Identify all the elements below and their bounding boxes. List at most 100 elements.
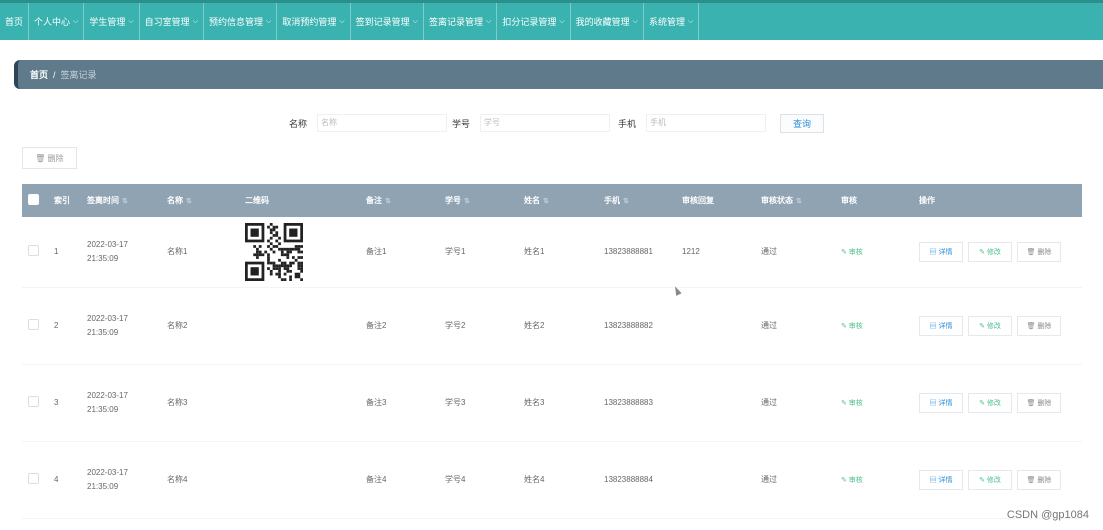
cell-note: 备注1	[366, 247, 387, 257]
sort-icon[interactable]: ⇅	[385, 198, 391, 205]
nav-item-4[interactable]: 预约信息管理 ⌵	[204, 3, 278, 40]
breadcrumb-home[interactable]: 首页	[30, 68, 48, 81]
edit-button[interactable]: ✎ 修改	[968, 392, 1012, 413]
cell-name: 名称4	[167, 475, 188, 484]
row-checkbox[interactable]	[28, 319, 39, 330]
batch-delete-button[interactable]: 🗑 删除	[22, 147, 77, 169]
sort-icon[interactable]: ⇅	[186, 198, 192, 205]
row-checkbox[interactable]	[28, 473, 39, 484]
edit-button[interactable]: ✎ 修改	[968, 469, 1012, 490]
cell-audit[interactable]: ✎ 审核	[835, 364, 913, 441]
cell-time: 2022-03-17 21:35:09	[87, 313, 128, 337]
delete-button[interactable]: 🗑 删除	[1017, 392, 1061, 413]
cell-status: 通过	[761, 247, 777, 257]
nav-item-label: 预约信息管理	[209, 17, 264, 27]
column-header[interactable]: 审核状态 ⇅	[755, 184, 835, 217]
edit-button[interactable]: ✎ 修改	[968, 241, 1012, 262]
sort-icon[interactable]: ⇅	[796, 198, 802, 205]
nav-item-6[interactable]: 签到记录管理 ⌵	[351, 3, 424, 40]
delete-button[interactable]: 🗑 删除	[1017, 241, 1061, 262]
column-header-label: 备注	[366, 196, 382, 205]
row-checkbox-cell[interactable]	[22, 287, 48, 364]
column-header[interactable]: 签离时间 ⇅	[81, 184, 161, 217]
delete-button[interactable]: 🗑 删除	[1017, 315, 1061, 336]
cell-index: 2	[54, 321, 59, 330]
cell-time: 2022-03-17 21:35:09	[87, 239, 128, 263]
phone-input[interactable]: 手机	[646, 114, 766, 132]
nav-item-label: 系统管理	[648, 17, 685, 27]
select-all-checkbox[interactable]	[28, 194, 39, 205]
phone-label: 手机	[618, 119, 637, 129]
cell-phone: 13823888882	[604, 321, 653, 330]
cell-audit[interactable]: ✎ 审核	[835, 287, 913, 364]
cell-reply	[676, 287, 755, 364]
cell-student-id: 学号1	[445, 247, 466, 257]
name-input[interactable]: 名称	[317, 114, 447, 132]
cell-student-name: 姓名2	[524, 321, 545, 330]
cell-time: 2022-03-17 21:35:09	[87, 390, 128, 414]
column-header-label: 审核状态	[761, 196, 793, 205]
audit-link[interactable]: ✎ 审核	[841, 400, 863, 407]
nav-item-label: 签离记录管理	[428, 17, 483, 27]
nav-item-label: 签到记录管理	[355, 17, 410, 27]
column-header[interactable]: 名称 ⇅	[161, 184, 239, 217]
column-header[interactable]: 备注 ⇅	[360, 184, 439, 217]
nav-item-0[interactable]: 首页	[0, 3, 30, 40]
cell-audit[interactable]: ✎ 审核	[835, 441, 913, 518]
column-header[interactable]: 手机 ⇅	[598, 184, 676, 217]
column-header: 二维码	[239, 184, 360, 217]
audit-link[interactable]: ✎ 审核	[841, 477, 863, 484]
select-all-checkbox-cell[interactable]	[22, 184, 48, 217]
chevron-down-icon: ⌵	[412, 17, 418, 25]
nav-item-8[interactable]: 扣分记录管理 ⌵	[497, 3, 571, 40]
student-id-input[interactable]: 学号	[480, 114, 610, 132]
cell-time: 2022-03-17 21:35:09	[87, 467, 128, 491]
edit-button[interactable]: ✎ 修改	[968, 315, 1012, 336]
detail-button[interactable]: ▤ 详情	[919, 241, 963, 262]
cell-audit[interactable]: ✎ 审核	[835, 217, 913, 287]
cell-actions: ▤ 详情 ✎ 修改 🗑 删除	[913, 364, 1082, 441]
delete-button[interactable]: 🗑 删除	[1017, 469, 1061, 490]
nav-item-label: 首页	[5, 17, 24, 27]
sort-icon[interactable]: ⇅	[543, 198, 549, 205]
nav-item-10[interactable]: 系统管理 ⌵	[644, 3, 700, 40]
sort-icon[interactable]: ⇅	[464, 198, 470, 205]
nav-item-7[interactable]: 签离记录管理 ⌵	[424, 3, 498, 40]
detail-button[interactable]: ▤ 详情	[919, 392, 963, 413]
column-header-label: 签离时间	[87, 196, 119, 205]
cell-index: 1	[54, 247, 59, 257]
cell-qr	[239, 217, 360, 287]
row-checkbox-cell[interactable]	[22, 441, 48, 518]
row-checkbox-cell[interactable]	[22, 364, 48, 441]
audit-link[interactable]: ✎ 审核	[841, 249, 863, 256]
cell-name: 名称3	[167, 398, 188, 407]
row-checkbox-cell[interactable]	[22, 217, 48, 287]
nav-item-3[interactable]: 自习室管理 ⌵	[140, 3, 204, 40]
detail-button[interactable]: ▤ 详情	[919, 469, 963, 490]
row-checkbox[interactable]	[28, 396, 39, 407]
nav-item-9[interactable]: 我的收藏管理 ⌵	[571, 3, 644, 40]
top-navigation: 首页 个人中心 ⌵ 学生管理 ⌵ 自习室管理 ⌵ 预约信息管理 ⌵ 取消预约管理 ⌵ 签到记录管理 ⌵ 签…	[0, 0, 1103, 40]
cell-student-name: 姓名1	[524, 247, 545, 257]
chevron-down-icon: ⌵	[73, 17, 79, 25]
cell-status: 通过	[761, 398, 777, 407]
sort-icon[interactable]: ⇅	[623, 198, 629, 205]
cell-student-name: 姓名4	[524, 475, 545, 484]
audit-link[interactable]: ✎ 审核	[841, 323, 863, 330]
cell-name: 名称2	[167, 321, 188, 330]
detail-button[interactable]: ▤ 详情	[919, 315, 963, 336]
search-button[interactable]: 查询	[780, 114, 824, 133]
column-header[interactable]: 学号 ⇅	[439, 184, 518, 217]
cell-reply: 1212	[682, 247, 700, 257]
sort-icon[interactable]: ⇅	[122, 198, 128, 205]
nav-item-1[interactable]: 个人中心 ⌵	[29, 3, 85, 40]
nav-item-2[interactable]: 学生管理 ⌵	[84, 3, 140, 40]
cell-reply	[676, 441, 755, 518]
nav-item-5[interactable]: 取消预约管理 ⌵	[277, 3, 351, 40]
row-checkbox[interactable]	[28, 245, 39, 257]
breadcrumb-current: 签离记录	[60, 70, 97, 80]
nav-item-label: 我的收藏管理	[575, 17, 630, 27]
column-header[interactable]: 姓名 ⇅	[518, 184, 598, 217]
chevron-down-icon: ⌵	[559, 17, 565, 25]
table-row: 3 2022-03-17 21:35:09 名称3 备注3 学号3 姓名3 13823888…	[22, 364, 1082, 441]
